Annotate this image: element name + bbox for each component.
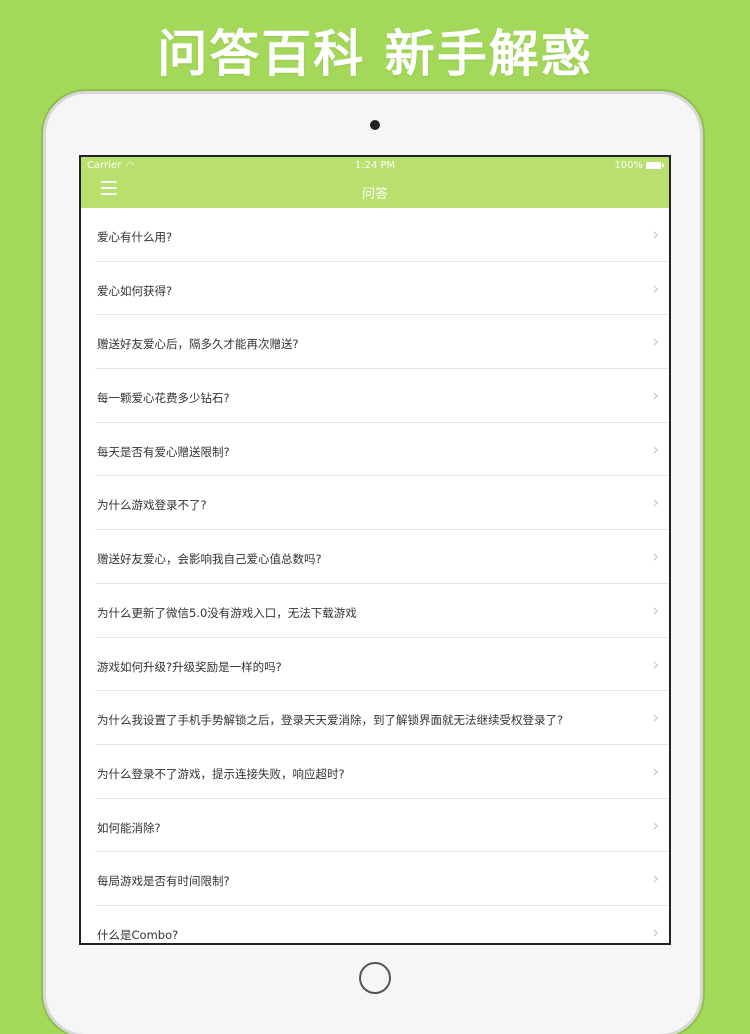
app-screen: Carrier ◠ 1:24 PM 100% 问答 爱心有什么用? › 爱心如何获… (79, 155, 671, 945)
list-item-label: 赠送好友爱心，会影响我自己爱心值总数吗? (97, 552, 322, 567)
list-item[interactable]: 为什么游戏登录不了? › (95, 476, 669, 531)
list-item-label: 游戏如何升级?升级奖励是一样的吗? (97, 659, 282, 674)
list-item[interactable]: 爱心有什么用? › (95, 208, 669, 262)
list-item-label: 每天是否有爱心赠送限制? (97, 444, 230, 459)
nav-bar: Carrier ◠ 1:24 PM 100% 问答 (81, 157, 669, 208)
nav-title: 问答 (361, 187, 388, 202)
list-item[interactable]: 如何能消除? › (95, 799, 669, 853)
status-time: 1:24 PM (354, 160, 396, 171)
home-button[interactable] (359, 962, 391, 994)
chevron-right-icon: › (652, 600, 659, 621)
list-item-label: 什么是Combo? (97, 927, 179, 942)
list-item[interactable]: 每一颗爱心花费多少钻石? › (95, 369, 669, 423)
list-item-label: 为什么更新了微信5.0没有游戏入口，无法下载游戏 (97, 605, 357, 620)
chevron-right-icon: › (652, 815, 659, 836)
list-item[interactable]: 游戏如何升级?升级奖励是一样的吗? › (95, 638, 669, 692)
list-item-label: 为什么游戏登录不了? (97, 498, 207, 513)
list-item[interactable]: 每局游戏是否有时间限制? › (95, 852, 669, 906)
chevron-right-icon: › (652, 761, 659, 782)
list-item-label: 每局游戏是否有时间限制? (97, 874, 230, 889)
list-item-label: 赠送好友爱心后，隔多久才能再次赠送? (97, 337, 299, 352)
list-item-label: 爱心有什么用? (97, 230, 173, 244)
list-item-label: 如何能消除? (97, 820, 161, 835)
chevron-right-icon: › (652, 386, 659, 407)
list-item[interactable]: 为什么登录不了游戏，提示连接失败，响应超时? › (95, 745, 669, 799)
promo-title: 问答百科 新手解惑 (157, 25, 593, 83)
list-item[interactable]: 什么是Combo? › (95, 906, 669, 943)
list-item[interactable]: 每天是否有爱心赠送限制? › (95, 423, 669, 477)
list-item-label: 爱心如何获得? (97, 283, 173, 298)
chevron-right-icon: › (652, 547, 659, 568)
chevron-right-icon: › (652, 922, 659, 943)
camera-icon (370, 120, 380, 130)
chevron-right-icon: › (652, 708, 659, 729)
list-item[interactable]: 赠送好友爱心后，隔多久才能再次赠送? › (95, 315, 669, 370)
status-bar: Carrier ◠ 1:24 PM 100% (81, 157, 669, 175)
list-item[interactable]: 为什么我设置了手机手势解锁之后，登录天天爱消除，到了解锁界面就无法继续受权登录了… (95, 691, 669, 745)
chevron-right-icon: › (652, 278, 659, 299)
status-battery: 100% (614, 160, 664, 171)
chevron-right-icon: › (652, 493, 659, 514)
chevron-right-icon: › (652, 332, 659, 353)
list-item[interactable]: 赠送好友爱心，会影响我自己爱心值总数吗? › (95, 530, 669, 584)
faq-list: 爱心有什么用? › 爱心如何获得? › 赠送好友爱心后，隔多久才能再次赠送? › 每一… (81, 208, 669, 943)
chevron-right-icon: › (652, 654, 659, 675)
chevron-right-icon: › (652, 225, 659, 245)
list-item-label: 为什么我设置了手机手势解锁之后，登录天天爱消除，到了解锁界面就无法继续受权登录了… (97, 713, 564, 728)
chevron-right-icon: › (652, 439, 659, 460)
chevron-right-icon: › (652, 869, 659, 890)
list-item-label: 为什么登录不了游戏，提示连接失败，响应超时? (97, 766, 345, 781)
list-item-label: 每一颗爱心花费多少钻石? (97, 391, 230, 406)
battery-percent: 100% (614, 160, 643, 171)
battery-icon (646, 162, 664, 169)
list-item[interactable]: 爱心如何获得? › (95, 262, 669, 316)
list-item[interactable]: 为什么更新了微信5.0没有游戏入口，无法下载游戏 › (95, 584, 669, 638)
